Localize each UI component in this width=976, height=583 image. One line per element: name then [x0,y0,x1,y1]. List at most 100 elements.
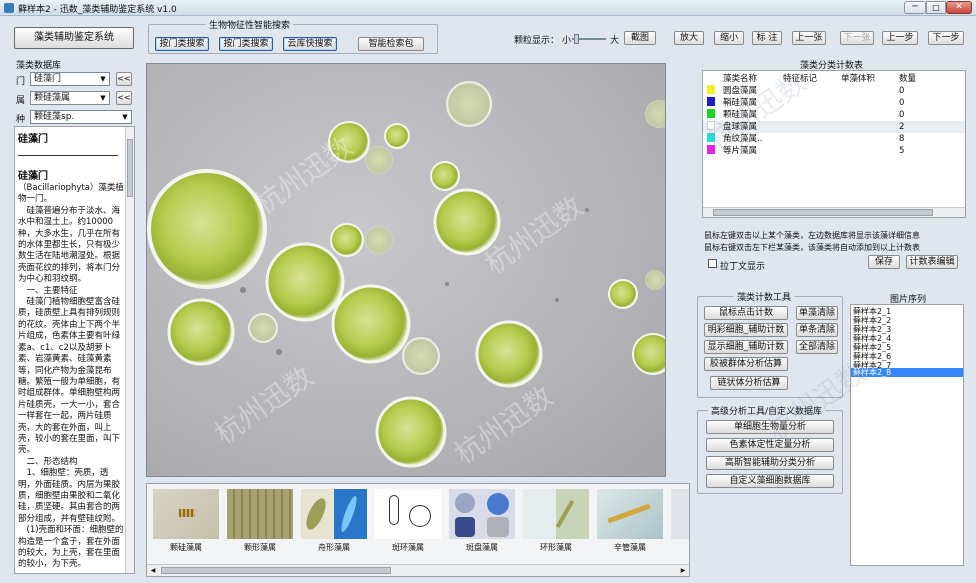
thumb-drawing-shape [389,495,399,525]
mark-cell [779,133,837,145]
list-item-selected[interactable]: 藓样本2_8 [851,368,963,377]
table-row[interactable]: 角纹藻属.. 8 [703,133,965,145]
genus-select[interactable]: 颗硅藻属 ▼ [30,91,110,105]
scroll-thumb[interactable] [127,139,133,197]
thumbnail-strip[interactable]: 颗硅藻属 颗形藻属 舟形藻属 斑环藻属 斑盘藻属 环形藻属 辛管藻属 ◀ ▶ [146,483,690,577]
stats-table: 藻类名称 特征标记 单藻体积 数量 圆盘藻属 0 鞘硅藻属 0 颗硅藻属 0 盘… [703,71,965,157]
color-swatch [707,85,715,94]
annotate-button[interactable]: 标 注 [752,31,782,45]
species-select[interactable]: 颗硅藻sp. ▼ [30,110,132,124]
mouse-click-count-button[interactable]: 鼠标点击计数 [704,306,788,320]
screenshot-button[interactable]: 截图 [624,31,656,45]
latin-display-checkbox[interactable] [708,259,717,268]
app-identify-button[interactable]: 藻类辅助鉴定系统 [14,27,134,49]
next-image-button[interactable]: 下一张 [840,31,874,45]
phylum-value: 硅藻门 [34,74,62,84]
bright-cell-count-button[interactable]: 明彩细胞_辅助计数 [704,323,788,337]
search-by-phylum-button[interactable]: 按门类搜索 [155,37,209,51]
thumbnail-label: 颗形藻属 [244,543,276,552]
single-cell-biomass-button[interactable]: 单细胞生物量分析 [706,420,834,434]
thumbnail-item[interactable] [671,489,689,539]
table-row[interactable]: 鞘硅藻属 0 [703,97,965,109]
particle-large-label: 大 [610,36,620,46]
maximize-button[interactable]: □ [926,1,946,14]
scroll-left-icon[interactable]: ◀ [148,566,158,575]
particle-size-slider[interactable] [572,34,606,44]
thumbnail-scrollbar[interactable]: ◀ ▶ [147,564,689,576]
description-scrollbar[interactable] [125,127,134,573]
scroll-thumb[interactable] [713,209,933,216]
count-table-edit-button[interactable]: 计数表编辑 [906,255,958,269]
slider-thumb[interactable] [574,34,579,44]
stats-hint-1: 鼠标左键双击以上某个藻类，左边数据库将显示该藻详细信息 [704,231,920,240]
gauss-classification-button[interactable]: 高斯智能辅助分类分析 [706,456,834,470]
redo-button[interactable]: 下一步 [928,31,964,45]
image-list[interactable]: 藓样本2_1 藓样本2_2 藓样本2_3 藓样本2_4 藓样本2_5 藓样本2_… [850,304,964,566]
table-row[interactable]: 颗硅藻属 0 [703,109,965,121]
thumb-disc-shape [487,493,509,515]
table-row[interactable]: 圆盘藻属 0 [703,85,965,97]
list-item[interactable]: 藓样本2_6 [853,352,961,361]
chevron-down-icon: ▼ [122,113,128,121]
clear-all-button[interactable]: 全部清除 [796,340,838,354]
zoom-out-button[interactable]: 缩小 [714,31,744,45]
particle-display-label: 颗粒显示： [514,36,560,46]
species-name-cell: 圆盘藻属 [723,86,758,96]
phylum-back-button[interactable]: << [116,72,132,86]
genus-value: 颗硅藻属 [34,93,71,103]
display-cell-count-button[interactable]: 显示细胞_辅助计数 [704,340,788,354]
table-row[interactable]: 等片藻属 5 [703,145,965,157]
latin-display-label: 拉丁文显示 [720,262,766,272]
algae-cells [147,81,665,468]
cloud-search-button[interactable]: 云库快搜索 [283,37,337,51]
thumbnail-item[interactable] [227,489,293,539]
thumbnail-item[interactable] [523,489,589,539]
thumb-diatom-shape [179,509,195,517]
thumb-chain-shape [555,500,575,528]
stats-table-panel[interactable]: 藻类名称 特征标记 单藻体积 数量 圆盘藻属 0 鞘硅藻属 0 颗硅藻属 0 盘… [702,70,966,218]
pigment-analysis-button[interactable]: 色素体定性定量分析 [706,438,834,452]
list-item[interactable]: 藓样本2_1 [853,307,961,316]
list-item[interactable]: 藓样本2_2 [853,316,961,325]
count-cell: 0 [899,98,905,108]
list-item[interactable]: 藓样本2_4 [853,334,961,343]
undo-button[interactable]: 上一步 [882,31,918,45]
stats-scrollbar[interactable] [703,207,965,217]
phylum-select[interactable]: 硅藻门 ▼ [30,72,110,86]
title-bar: 藓样本2 - 迅数_藻类辅助鉴定系统 v1.0 ─ □ ✕ [0,0,976,16]
thumbnail-label: 颗硅藻属 [170,543,202,552]
thumbnail-item[interactable] [153,489,219,539]
stats-header-row: 藻类名称 特征标记 单藻体积 数量 [703,71,965,85]
save-button[interactable]: 保存 [868,255,900,269]
thumbnail-item[interactable] [449,489,515,539]
scroll-thumb[interactable] [161,567,391,574]
thumb-disc-shape [487,517,509,537]
thumbnail-item[interactable] [597,489,663,539]
list-item[interactable]: 藓样本2_3 [853,325,961,334]
colony-estimate-button[interactable]: 胶被群体分析估算 [704,357,788,371]
column-header: 数量 [899,74,917,84]
custom-database-button[interactable]: 自定义藻细胞数据库 [706,474,834,488]
clear-single-row-button[interactable]: 单条清除 [796,323,838,337]
description-panel[interactable]: 硅藻门 硅藻门 （Bacillariophyta）藻类植物一门。 硅藻普遍分布于… [14,126,135,574]
microscope-view[interactable]: 杭州迅数 杭州迅数 杭州迅数 杭州迅数 [146,63,666,477]
scroll-right-icon[interactable]: ▶ [678,566,688,575]
prev-image-button[interactable]: 上一张 [792,31,826,45]
table-row[interactable]: 盘球藻属 2 [703,121,965,133]
minimize-button[interactable]: ─ [904,1,926,14]
chain-estimate-button[interactable]: 链状体分析估算 [710,376,788,390]
clear-single-algae-button[interactable]: 单藻清除 [796,306,838,320]
zoom-in-button[interactable]: 放大 [674,31,704,45]
thumbnail-item[interactable] [375,489,441,539]
color-swatch-cell [703,121,719,133]
list-item[interactable]: 藓样本2_5 [853,343,961,352]
genus-label: 属 [16,96,26,106]
thumbnail-label: 环形藻属 [540,543,572,552]
thumbnail-item[interactable] [301,489,367,539]
genus-back-button[interactable]: << [116,91,132,105]
color-swatch [707,121,715,130]
close-button[interactable]: ✕ [946,1,972,14]
smart-search-pack-button[interactable]: 智能检索包 [358,37,424,51]
thumb-navicula-shape [302,495,330,533]
search-by-class-button[interactable]: 按门类搜索 [219,37,273,51]
